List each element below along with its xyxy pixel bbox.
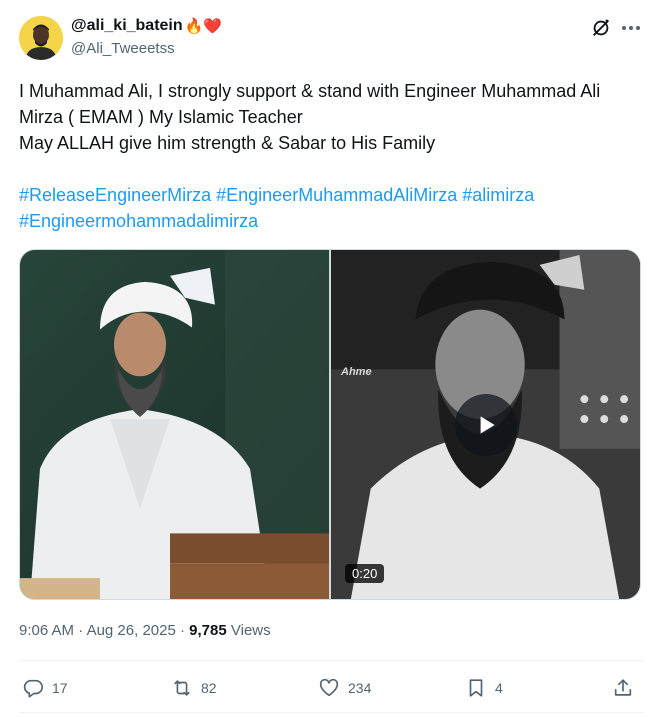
hashtag-link[interactable]: #EngineerMuhammadAliMirza [216,185,457,205]
tweet-line: May ALLAH give him strength & Sabar to H… [19,133,436,153]
tweet-line: I Muhammad Ali, I strongly support & sta… [19,81,601,127]
repost-count: 82 [201,680,217,696]
photo-thumbnail[interactable] [20,250,329,599]
action-bar: 17 82 234 4 [0,672,663,704]
reply-icon [23,679,43,698]
views-count: 9,785 [189,622,227,639]
hashtag-link[interactable]: #alimirza [462,185,534,205]
share-button[interactable] [612,672,634,704]
video-watermark: Ahme [341,366,372,378]
hashtag-link[interactable]: #Engineermohammadalimirza [19,211,258,231]
reply-count: 17 [52,680,68,696]
share-icon [614,679,632,696]
display-name-emoji: 🔥❤️ [184,18,223,35]
divider [19,660,644,661]
views-label: Views [230,622,271,639]
tweet-text: I Muhammad Ali, I strongly support & sta… [19,78,644,156]
media-grid: Ahme 0:20 [19,249,641,600]
tweet-meta: 9:06 AM · Aug 26, 2025 · 9,785 Views [19,622,271,639]
bookmark-count: 4 [495,680,503,696]
meta-separator: · [78,622,84,639]
avatar-image [19,16,63,60]
repost-button[interactable]: 82 [171,672,217,704]
display-name-text: @ali_ki_batein [71,17,183,34]
more-icon[interactable] [618,16,644,40]
tweet-date[interactable]: Aug 26, 2025 [87,622,176,639]
tweet-time[interactable]: 9:06 AM [19,622,74,639]
tweet-card: @ali_ki_batein 🔥❤️ @Ali_Tweeetss I Muham… [0,0,663,717]
display-name[interactable]: @ali_ki_batein 🔥❤️ [71,17,222,35]
meta-separator: · [179,622,185,639]
play-icon [480,416,495,434]
video-duration: 0:20 [345,564,385,583]
repost-icon [174,680,190,696]
bookmark-button[interactable]: 4 [465,672,503,704]
play-button[interactable] [455,394,517,456]
bookmark-icon [469,679,483,697]
reply-button[interactable]: 17 [22,672,68,704]
divider [19,712,644,713]
photo-image [20,250,329,599]
user-handle[interactable]: @Ali_Tweeetss [71,40,175,57]
hashtags: #ReleaseEngineerMirza #EngineerMuhammadA… [19,182,644,234]
grok-icon[interactable] [590,17,612,39]
like-count: 234 [348,680,372,696]
avatar[interactable] [19,16,63,60]
like-button[interactable]: 234 [318,672,371,704]
heart-icon [319,678,339,697]
hashtag-link[interactable]: #ReleaseEngineerMirza [19,185,211,205]
video-player[interactable]: Ahme 0:20 [331,250,640,599]
